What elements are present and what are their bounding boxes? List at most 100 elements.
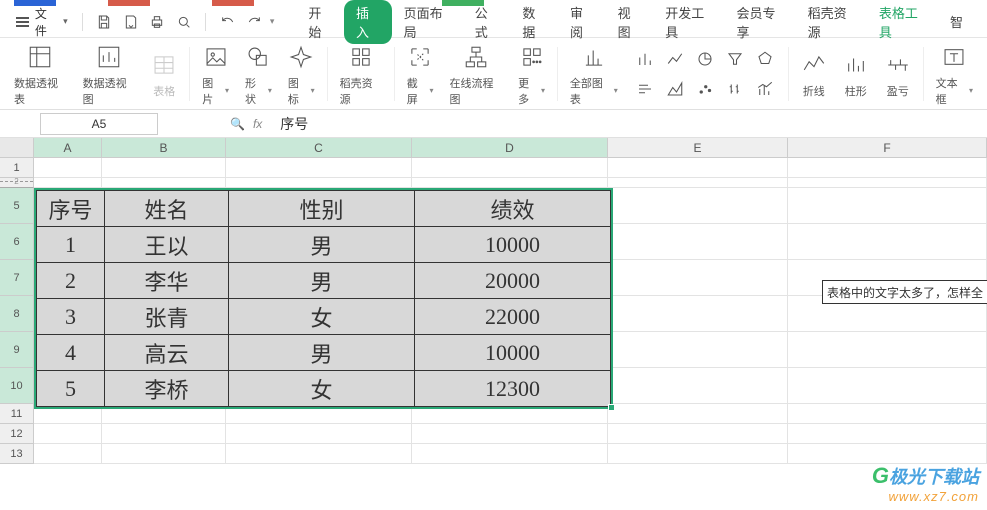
picture-button[interactable]: 图片▾	[194, 38, 237, 109]
screenshot-button[interactable]: 截屏▾	[399, 38, 442, 109]
redo-button[interactable]	[243, 10, 266, 34]
undo-button[interactable]	[216, 10, 239, 34]
more-icon	[519, 41, 545, 73]
name-box[interactable]: A5	[40, 113, 158, 135]
shape-icon	[245, 41, 271, 73]
combo-chart-icon[interactable]	[752, 76, 778, 102]
pie-chart-icon[interactable]	[692, 46, 718, 72]
radar-chart-icon[interactable]	[752, 46, 778, 72]
sparkline-bar-button[interactable]: 柱形	[835, 38, 877, 109]
daoke-resource-button[interactable]: 稻壳资源	[332, 38, 390, 109]
col-header-E[interactable]: E	[608, 138, 788, 157]
screenshot-icon	[407, 41, 433, 73]
col-header-C[interactable]: C	[226, 138, 412, 157]
tab-insert[interactable]: 插入	[344, 0, 392, 44]
tab-smart[interactable]: 智	[938, 8, 975, 35]
row-header[interactable]: 11	[0, 404, 34, 424]
line-chart-icon[interactable]	[662, 46, 688, 72]
chevron-down-icon: ▾	[63, 16, 68, 27]
print-button[interactable]	[146, 10, 169, 34]
stock-chart-icon[interactable]	[722, 76, 748, 102]
formula-input[interactable]: 序号	[280, 114, 308, 134]
row-header[interactable]: 1	[0, 158, 34, 178]
col-header-F[interactable]: F	[788, 138, 987, 157]
row-header[interactable]: 9	[0, 332, 34, 368]
table-row: 4高云男10000	[37, 335, 611, 371]
resource-icon	[348, 41, 374, 73]
flowchart-icon	[463, 41, 489, 73]
formula-bar: A5 🔍 fx 序号	[0, 110, 987, 138]
table-header[interactable]: 性别	[229, 191, 415, 227]
sparkline-line-button[interactable]: 折线	[793, 38, 835, 109]
data-table: 序号 姓名 性别 绩效 1王以男10000 2李华男20000 3张青女2200…	[36, 190, 611, 407]
picture-icon	[203, 41, 229, 73]
column-headers: A B C D E F	[0, 138, 987, 158]
spreadsheet: A B C D E F 1 2 5 6 7 8 9 10 11 12 13	[0, 138, 987, 510]
fill-handle[interactable]	[608, 404, 615, 411]
row-header[interactable]: 12	[0, 424, 34, 444]
sparkline-bar-icon	[843, 49, 869, 81]
selection-range: 序号 姓名 性别 绩效 1王以男10000 2李华男20000 3张青女2200…	[34, 188, 613, 409]
table-header[interactable]: 序号	[37, 191, 105, 227]
pivot-chart-icon	[96, 41, 122, 73]
tab-dev[interactable]: 开发工具	[653, 0, 724, 45]
table-row: 2李华男20000	[37, 263, 611, 299]
zoom-icon[interactable]: 🔍	[230, 117, 245, 131]
table-row: 3张青女22000	[37, 299, 611, 335]
sparkline-winloss-button[interactable]: 盈亏	[877, 38, 919, 109]
save-button[interactable]	[93, 10, 116, 34]
col-header-D[interactable]: D	[412, 138, 608, 157]
bar-chart-icon	[581, 41, 607, 73]
select-all-corner[interactable]	[0, 138, 34, 157]
pivot-table-icon	[27, 41, 53, 73]
sparkline-winloss-icon	[885, 49, 911, 81]
cell-grid[interactable]: 序号 姓名 性别 绩效 1王以男10000 2李华男20000 3张青女2200…	[34, 158, 987, 464]
pivot-chart-button[interactable]: 数据透视图	[75, 38, 144, 109]
table-header[interactable]: 姓名	[105, 191, 229, 227]
column-chart-icon[interactable]	[632, 46, 658, 72]
row-header[interactable]: 10	[0, 368, 34, 404]
textbox-button[interactable]: 文本框▾	[928, 38, 981, 109]
textbox-icon	[941, 41, 967, 73]
table-row: 序号 姓名 性别 绩效	[37, 191, 611, 227]
scatter-chart-icon[interactable]	[692, 76, 718, 102]
save-as-button[interactable]	[119, 10, 142, 34]
row-header[interactable]: 8	[0, 296, 34, 332]
chevron-down-icon[interactable]: ▾	[270, 16, 275, 27]
table-row: 1王以男10000	[37, 227, 611, 263]
fx-label[interactable]: fx	[253, 117, 262, 131]
bar-chart-h-icon[interactable]	[632, 76, 658, 102]
row-header[interactable]: 5	[0, 188, 34, 224]
col-header-A[interactable]: A	[34, 138, 102, 157]
row-header[interactable]: 7	[0, 260, 34, 296]
pivot-table-button[interactable]: 数据透视表	[6, 38, 75, 109]
area-chart-icon[interactable]	[662, 76, 688, 102]
hamburger-icon	[16, 17, 29, 27]
divider	[205, 13, 206, 31]
table-icon	[151, 49, 177, 81]
menu-bar: 文件 ▾ ▾ 开始 插入 页面布局 公式 数据 审阅 视图 开发工具 会员专享 …	[0, 6, 987, 38]
cell-note[interactable]: 表格中的文字太多了，怎样全	[822, 280, 987, 304]
row-header[interactable]: 6	[0, 224, 34, 260]
icon-button[interactable]: 图标▾	[280, 38, 323, 109]
all-charts-button[interactable]: 全部图表▾	[562, 38, 626, 109]
sparkle-icon	[288, 41, 314, 73]
sparkline-line-icon	[801, 49, 827, 81]
row-header[interactable]: 13	[0, 444, 34, 464]
row-header[interactable]: 2	[0, 178, 34, 188]
print-preview-button[interactable]	[173, 10, 196, 34]
tab-member[interactable]: 会员专享	[724, 0, 795, 45]
table-header[interactable]: 绩效	[415, 191, 611, 227]
file-menu[interactable]: 文件 ▾	[12, 3, 72, 41]
ribbon: 数据透视表 数据透视图 表格 图片▾ 形状▾ 图标▾ 稻壳资源 截屏▾ 在线流程…	[0, 38, 987, 110]
funnel-chart-icon[interactable]	[722, 46, 748, 72]
col-header-B[interactable]: B	[102, 138, 226, 157]
table-button[interactable]: 表格	[143, 38, 185, 109]
watermark: G极光下载站 www.xz7.com	[872, 463, 979, 504]
divider	[82, 13, 83, 31]
online-flowchart-button[interactable]: 在线流程图	[442, 38, 511, 109]
row-headers: 1 2 5 6 7 8 9 10 11 12 13	[0, 158, 34, 464]
shape-button[interactable]: 形状▾	[237, 38, 280, 109]
more-button[interactable]: 更多▾	[510, 38, 553, 109]
table-row: 5李桥女12300	[37, 371, 611, 407]
